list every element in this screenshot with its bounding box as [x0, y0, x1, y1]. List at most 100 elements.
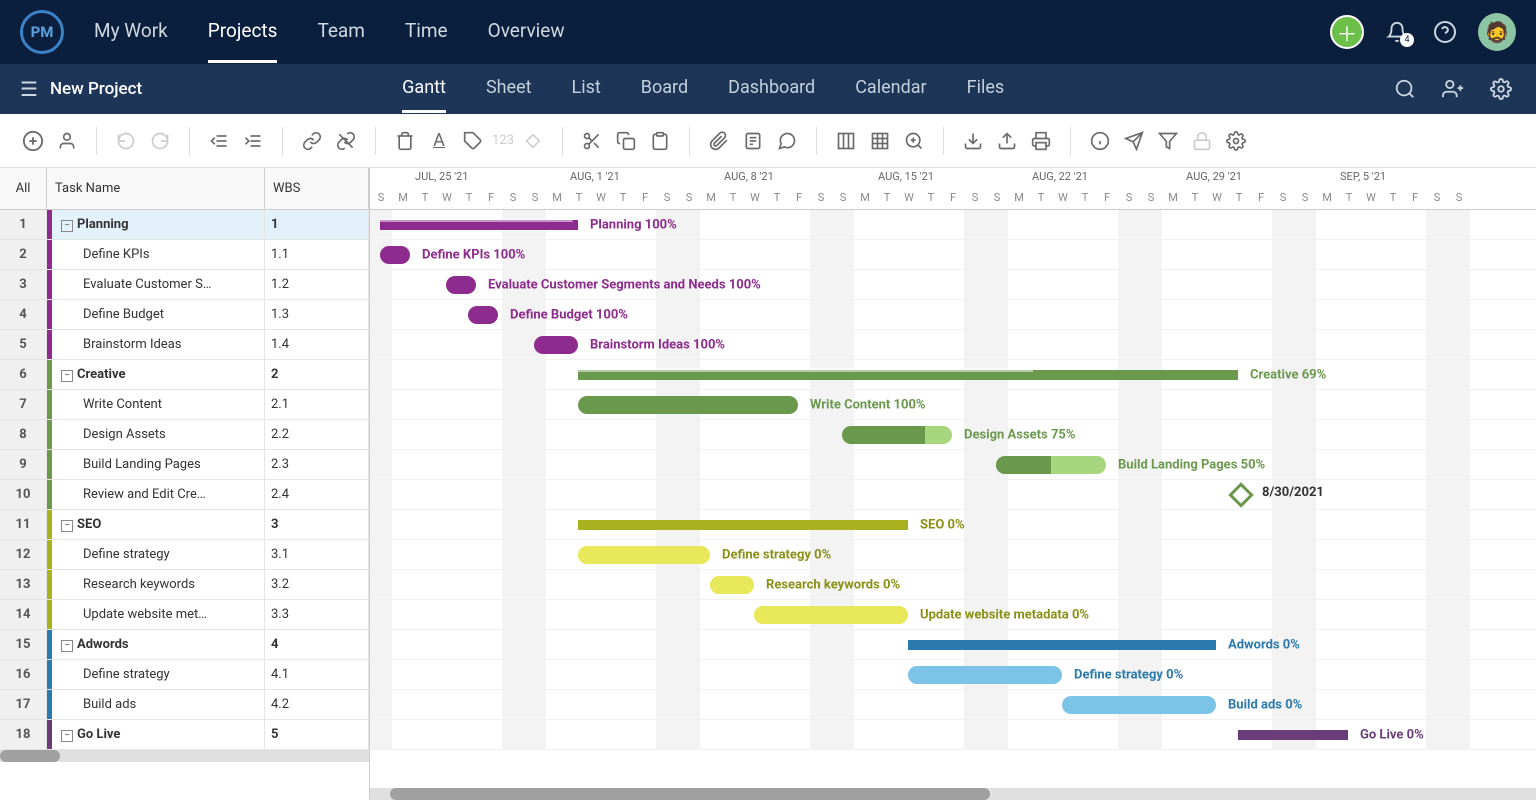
- delete-icon[interactable]: [390, 126, 420, 156]
- task-row[interactable]: 7Write Content2.1: [0, 390, 369, 420]
- gantt-bar[interactable]: Creative 69%: [578, 370, 1238, 380]
- copy-icon[interactable]: [611, 126, 641, 156]
- settings-icon[interactable]: [1221, 126, 1251, 156]
- comment-icon[interactable]: [772, 126, 802, 156]
- topnav-my-work[interactable]: My Work: [94, 1, 168, 63]
- task-row[interactable]: 4Define Budget1.3: [0, 300, 369, 330]
- task-row[interactable]: 11−SEO3: [0, 510, 369, 540]
- topnav-overview[interactable]: Overview: [488, 1, 565, 63]
- viewtab-sheet[interactable]: Sheet: [486, 65, 532, 113]
- milestone-icon[interactable]: [518, 126, 548, 156]
- gantt-row[interactable]: Build ads 0%: [370, 690, 1536, 720]
- task-row[interactable]: 10Review and Edit Cre…2.4: [0, 480, 369, 510]
- zoom-icon[interactable]: [899, 126, 929, 156]
- gantt-row[interactable]: Creative 69%: [370, 360, 1536, 390]
- gantt-row[interactable]: Adwords 0%: [370, 630, 1536, 660]
- gantt-row[interactable]: Brainstorm Ideas 100%: [370, 330, 1536, 360]
- viewtab-dashboard[interactable]: Dashboard: [728, 65, 815, 113]
- gantt-row[interactable]: Define strategy 0%: [370, 660, 1536, 690]
- gantt-row[interactable]: Define strategy 0%: [370, 540, 1536, 570]
- task-row[interactable]: 15−Adwords4: [0, 630, 369, 660]
- task-row[interactable]: 2Define KPIs1.1: [0, 240, 369, 270]
- task-row[interactable]: 18−Go Live5: [0, 720, 369, 750]
- undo-icon[interactable]: [111, 126, 141, 156]
- viewtab-gantt[interactable]: Gantt: [402, 65, 446, 113]
- print-icon[interactable]: [1026, 126, 1056, 156]
- gantt-row[interactable]: Planning 100%: [370, 210, 1536, 240]
- columns-icon[interactable]: [831, 126, 861, 156]
- gantt-row[interactable]: Update website metadata 0%: [370, 600, 1536, 630]
- gantt-bar[interactable]: Write Content 100%: [578, 396, 798, 414]
- gantt-bar[interactable]: Adwords 0%: [908, 640, 1216, 650]
- gantt-row[interactable]: Go Live 0%: [370, 720, 1536, 750]
- milestone-icon[interactable]: [1228, 482, 1253, 507]
- avatar[interactable]: 🧔: [1478, 13, 1516, 51]
- gear-icon[interactable]: [1486, 74, 1516, 104]
- gantt-bar[interactable]: Build Landing Pages 50%: [996, 456, 1106, 474]
- col-name[interactable]: Task Name: [47, 168, 265, 209]
- left-scrollbar[interactable]: [0, 750, 369, 762]
- gantt-bar[interactable]: Update website metadata 0%: [754, 606, 908, 624]
- gantt-row[interactable]: Research keywords 0%: [370, 570, 1536, 600]
- outdent-icon[interactable]: [204, 126, 234, 156]
- logo[interactable]: PM: [20, 10, 64, 54]
- task-row[interactable]: 8Design Assets2.2: [0, 420, 369, 450]
- gantt-bar[interactable]: Go Live 0%: [1238, 730, 1348, 740]
- notes-icon[interactable]: [738, 126, 768, 156]
- topnav-time[interactable]: Time: [405, 1, 448, 63]
- add-button[interactable]: ＋: [1330, 15, 1364, 49]
- topnav-projects[interactable]: Projects: [208, 1, 278, 63]
- gantt-bar[interactable]: Define KPIs 100%: [380, 246, 410, 264]
- tag-icon[interactable]: [458, 126, 488, 156]
- add-task-icon[interactable]: [18, 126, 48, 156]
- gantt-bar[interactable]: Define strategy 0%: [578, 546, 710, 564]
- task-row[interactable]: 17Build ads4.2: [0, 690, 369, 720]
- task-row[interactable]: 13Research keywords3.2: [0, 570, 369, 600]
- add-user-icon[interactable]: [1438, 74, 1468, 104]
- gantt-row[interactable]: SEO 0%: [370, 510, 1536, 540]
- gantt-row[interactable]: Design Assets 75%: [370, 420, 1536, 450]
- viewtab-files[interactable]: Files: [967, 65, 1005, 113]
- assign-user-icon[interactable]: [52, 126, 82, 156]
- viewtab-board[interactable]: Board: [641, 65, 688, 113]
- topnav-team[interactable]: Team: [317, 1, 365, 63]
- filter-icon[interactable]: [1153, 126, 1183, 156]
- gantt-bar[interactable]: Define Budget 100%: [468, 306, 498, 324]
- search-icon[interactable]: [1390, 74, 1420, 104]
- gantt-row[interactable]: Define KPIs 100%: [370, 240, 1536, 270]
- link-icon[interactable]: [297, 126, 327, 156]
- gantt-row[interactable]: 8/30/2021: [370, 480, 1536, 510]
- viewtab-list[interactable]: List: [572, 65, 601, 113]
- right-scrollbar[interactable]: [370, 788, 1536, 800]
- gantt-row[interactable]: Define Budget 100%: [370, 300, 1536, 330]
- paste-icon[interactable]: [645, 126, 675, 156]
- task-row[interactable]: 3Evaluate Customer S…1.2: [0, 270, 369, 300]
- hamburger-icon[interactable]: ☰: [20, 77, 38, 101]
- task-row[interactable]: 12Define strategy3.1: [0, 540, 369, 570]
- gantt-bar[interactable]: SEO 0%: [578, 520, 908, 530]
- gantt-bar[interactable]: Build ads 0%: [1062, 696, 1216, 714]
- project-name[interactable]: New Project: [50, 79, 142, 99]
- task-row[interactable]: 6−Creative2: [0, 360, 369, 390]
- import-icon[interactable]: [958, 126, 988, 156]
- col-wbs[interactable]: WBS: [265, 168, 369, 209]
- info-icon[interactable]: [1085, 126, 1115, 156]
- task-row[interactable]: 1−Planning1: [0, 210, 369, 240]
- gantt-bar[interactable]: Planning 100%: [380, 220, 578, 230]
- send-icon[interactable]: [1119, 126, 1149, 156]
- lock-icon[interactable]: [1187, 126, 1217, 156]
- gantt-row[interactable]: Write Content 100%: [370, 390, 1536, 420]
- unlink-icon[interactable]: [331, 126, 361, 156]
- number-format-icon[interactable]: 123: [492, 126, 514, 156]
- task-row[interactable]: 9Build Landing Pages2.3: [0, 450, 369, 480]
- bell-icon[interactable]: 4: [1382, 17, 1412, 47]
- indent-icon[interactable]: [238, 126, 268, 156]
- col-all[interactable]: All: [0, 168, 47, 209]
- redo-icon[interactable]: [145, 126, 175, 156]
- text-style-icon[interactable]: A: [424, 126, 454, 156]
- attachment-icon[interactable]: [704, 126, 734, 156]
- gantt-bar[interactable]: Brainstorm Ideas 100%: [534, 336, 578, 354]
- gantt-bar[interactable]: Define strategy 0%: [908, 666, 1062, 684]
- task-row[interactable]: 16Define strategy4.1: [0, 660, 369, 690]
- gantt-bar[interactable]: Evaluate Customer Segments and Needs 100…: [446, 276, 476, 294]
